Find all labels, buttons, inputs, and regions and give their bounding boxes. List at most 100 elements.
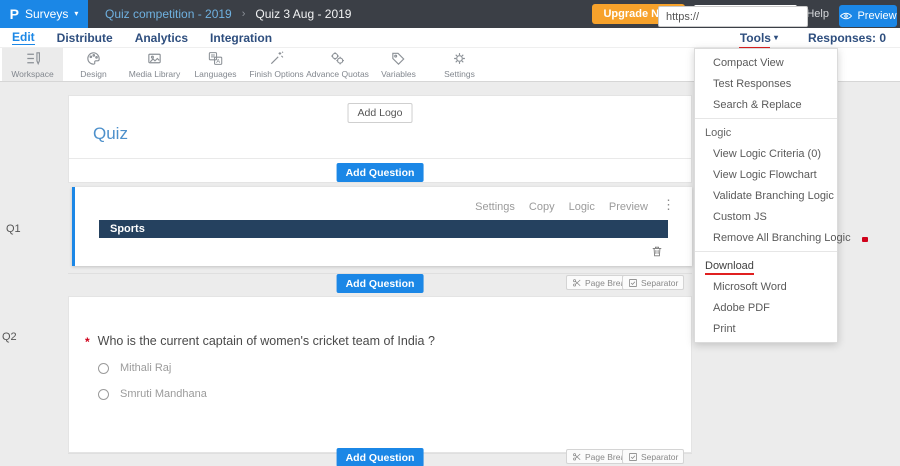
survey-url-input[interactable] [658, 6, 808, 27]
menu-item-print[interactable]: Print [695, 318, 837, 339]
answer-option-1[interactable]: Mithali Raj [98, 362, 171, 374]
question-copy-link[interactable]: Copy [529, 201, 555, 213]
tab-analytics[interactable]: Analytics [135, 31, 188, 45]
toolbar-item-finish-options[interactable]: Finish Options [246, 48, 307, 81]
survey-title[interactable]: Quiz [93, 124, 128, 144]
preview-label: Preview [857, 10, 897, 22]
image-icon [148, 53, 161, 64]
radio-icon[interactable] [98, 388, 109, 400]
add-question-button[interactable]: Add Question [336, 448, 424, 466]
checkbox-icon [629, 452, 637, 461]
tag-icon [392, 52, 405, 65]
question-logic-link[interactable]: Logic [569, 201, 595, 213]
wand-icon [270, 51, 284, 65]
menu-item-compact-view[interactable]: Compact View [695, 52, 837, 73]
toolbar-item-languages[interactable]: Languages [185, 48, 246, 81]
add-question-button[interactable]: Add Question [336, 163, 424, 182]
toolbar-item-variables[interactable]: Variables [368, 48, 429, 81]
breadcrumb-separator-icon: › [241, 8, 246, 20]
toolbar-item-media-library[interactable]: Media Library [124, 48, 185, 81]
question-block-q1[interactable]: Settings Copy Logic Preview ⋮ Sports [72, 187, 692, 266]
kebab-menu-icon[interactable]: ⋮ [662, 198, 675, 211]
menu-item-search-replace[interactable]: Search & Replace [695, 94, 837, 115]
survey-header-card: Add Logo Quiz Add Question [68, 95, 692, 183]
checkbox-icon [629, 278, 637, 287]
annotation-red-dot [862, 237, 868, 242]
gear-icon [453, 52, 466, 65]
menu-item-remove-all-branching-logic[interactable]: Remove All Branching Logic [695, 227, 851, 248]
question-actions: Settings Copy Logic Preview [475, 201, 648, 213]
menu-item-view-logic-criteria[interactable]: View Logic Criteria (0) [695, 143, 837, 164]
trash-icon [652, 246, 662, 257]
required-asterisk: * [85, 335, 90, 349]
help-link[interactable]: Help [806, 8, 829, 20]
radio-icon[interactable] [98, 362, 109, 374]
toolbar-item-design[interactable]: Design [63, 48, 124, 81]
question-number-q1: Q1 [6, 223, 21, 235]
menu-item-validate-branching-logic[interactable]: Validate Branching Logic [695, 185, 837, 206]
tab-integration[interactable]: Integration [210, 31, 272, 45]
responses-count[interactable]: Responses: 0 [808, 31, 886, 45]
surveys-product-switcher[interactable]: P Surveys ▾ [0, 0, 88, 28]
menu-section-logic: Logic [705, 126, 732, 139]
product-label: Surveys [24, 7, 69, 21]
option-label: Mithali Raj [120, 362, 172, 374]
toolbar-label: Finish Options [249, 69, 304, 79]
scissors-icon [573, 452, 581, 460]
chevron-down-icon: ▾ [74, 9, 79, 18]
annotation-underline-download: Download [705, 259, 754, 275]
menu-item-custom-js[interactable]: Custom JS [695, 206, 837, 227]
menu-section-download: Download [695, 255, 837, 276]
option-label: Smruti Mandhana [120, 388, 207, 400]
tab-edit[interactable]: Edit [12, 30, 35, 45]
toolbar-label: Advance Quotas [306, 69, 369, 79]
question-text[interactable]: Who is the current captain of women's cr… [98, 334, 435, 348]
palette-icon [87, 52, 100, 65]
answer-option-2[interactable]: Smruti Mandhana [98, 388, 207, 400]
toolbar-label: Media Library [128, 69, 181, 79]
questionpro-logo-icon: P [9, 6, 19, 22]
question-settings-link[interactable]: Settings [475, 201, 515, 213]
question-text-row: * Who is the current captain of women's … [85, 334, 435, 349]
toolbar-item-workspace[interactable]: Workspace [2, 48, 63, 81]
add-logo-button[interactable]: Add Logo [347, 103, 413, 123]
tools-menu-button[interactable]: Tools ▾ [738, 30, 778, 49]
scissors-icon [573, 278, 581, 286]
menu-item-view-logic-flowchart[interactable]: View Logic Flowchart [695, 164, 837, 185]
breadcrumb-current-survey[interactable]: Quiz 3 Aug - 2019 [255, 7, 351, 21]
question-block-q2[interactable]: * Who is the current captain of women's … [68, 296, 692, 453]
question-number-q2: Q2 [2, 331, 17, 343]
preview-button[interactable]: Preview [839, 5, 897, 27]
eye-icon [840, 12, 853, 20]
tools-menu: Compact View Test Responses Search & Rep… [694, 48, 851, 343]
tools-label: Tools [739, 30, 771, 45]
section-heading-input[interactable]: Sports [99, 220, 668, 238]
question-preview-link[interactable]: Preview [609, 201, 648, 213]
toolbar-label: Languages [194, 69, 237, 79]
toolbar-label: Workspace [11, 69, 54, 79]
separator-button[interactable]: Separator [622, 449, 685, 464]
tab-distribute[interactable]: Distribute [57, 31, 113, 45]
survey-editor-app: P Surveys ▾ Quiz competition - 2019 › Qu… [0, 0, 900, 466]
add-question-button[interactable]: Add Question [336, 274, 424, 293]
toolbar-label: Design [80, 69, 107, 79]
menu-divider [695, 251, 837, 252]
divider [69, 158, 691, 159]
separator-button[interactable]: Separator [622, 275, 685, 290]
workspace-icon [26, 52, 40, 65]
separator-label: Separator [641, 277, 679, 288]
menu-item-adobe-pdf[interactable]: Adobe PDF [695, 297, 837, 318]
menu-divider [695, 118, 837, 119]
separator-label: Separator [641, 451, 679, 462]
toolbar-item-settings[interactable]: Settings [429, 48, 490, 81]
breadcrumb-folder[interactable]: Quiz competition - 2019 [105, 7, 232, 21]
menu-item-test-responses[interactable]: Test Responses [695, 73, 837, 94]
menu-item-microsoft-word[interactable]: Microsoft Word [695, 276, 837, 297]
quotas-icon [330, 51, 345, 65]
chevron-down-icon: ▾ [773, 32, 778, 42]
toolbar-item-advance-quotas[interactable]: Advance Quotas [306, 48, 369, 81]
delete-question-button[interactable] [650, 243, 664, 259]
section-nav: Edit Distribute Analytics Integration To… [0, 28, 900, 49]
toolbar-label: Variables [381, 69, 416, 79]
translate-icon [208, 52, 223, 66]
